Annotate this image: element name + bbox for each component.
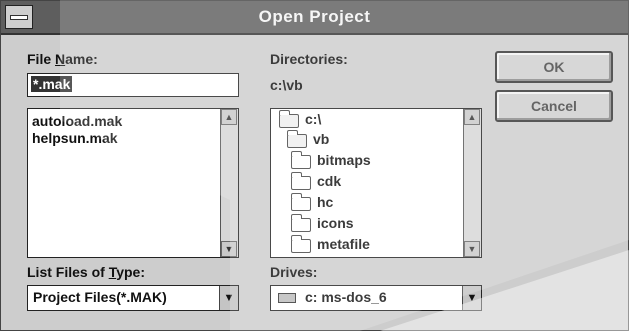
dialog-title: Open Project — [258, 7, 371, 26]
directory-name: cdk — [317, 173, 342, 189]
list-item[interactable]: bitmaps — [271, 150, 461, 170]
title-bar[interactable]: Open Project — [1, 1, 628, 35]
list-item[interactable]: vb — [271, 129, 461, 149]
scroll-down-arrow-icon[interactable]: ▼ — [221, 241, 237, 257]
chevron-down-icon[interactable]: ▼ — [462, 286, 481, 310]
list-item[interactable]: c:\ — [271, 109, 461, 129]
directory-name: metafile — [317, 236, 370, 252]
scroll-down-arrow-icon[interactable]: ▼ — [464, 241, 480, 257]
directory-name: c:\ — [305, 111, 322, 127]
directories-label: Directories: — [270, 51, 348, 67]
list-item[interactable]: icons — [271, 213, 461, 233]
list-item[interactable]: hc — [271, 192, 461, 212]
folder-icon — [291, 214, 311, 232]
file-type-dropdown[interactable]: Project Files(*.MAK) ▼ — [27, 285, 239, 311]
folder-icon — [279, 110, 299, 128]
current-directory-path: c:\vb — [270, 77, 303, 93]
directory-list[interactable]: c:\ vb bitmaps cdk hc icons metafile ▲ ▼ — [270, 108, 482, 258]
cancel-button[interactable]: Cancel — [495, 90, 613, 122]
open-project-dialog: Open Project File Name: *.mak autoload.m… — [0, 0, 629, 331]
ok-button[interactable]: OK — [495, 51, 613, 83]
drives-dropdown[interactable]: c: ms-dos_6 ▼ — [270, 285, 482, 311]
directory-name: bitmaps — [317, 152, 371, 168]
directory-name: hc — [317, 194, 334, 210]
directory-name: vb — [313, 131, 330, 147]
file-name-label: File Name: — [27, 51, 98, 67]
list-item[interactable]: helpsun.mak — [32, 130, 118, 146]
file-list[interactable]: autoload.mak helpsun.mak ▲ ▼ — [27, 108, 239, 258]
scroll-up-arrow-icon[interactable]: ▲ — [464, 109, 480, 125]
folder-icon — [291, 172, 311, 190]
drives-label: Drives: — [270, 264, 318, 280]
folder-icon — [291, 235, 311, 253]
file-type-selected: Project Files(*.MAK) — [33, 289, 167, 305]
list-item[interactable]: metafile — [271, 234, 461, 254]
folder-icon — [291, 151, 311, 169]
folder-icon — [287, 130, 307, 148]
directory-name: icons — [317, 215, 354, 231]
file-name-input[interactable]: *.mak — [27, 73, 239, 97]
scroll-up-arrow-icon[interactable]: ▲ — [221, 109, 237, 125]
hard-drive-icon — [278, 293, 296, 303]
directory-list-scrollbar[interactable]: ▲ ▼ — [463, 109, 481, 257]
list-item[interactable]: cdk — [271, 171, 461, 191]
folder-icon — [291, 193, 311, 211]
file-name-value: *.mak — [31, 76, 73, 92]
drive-selected: c: ms-dos_6 — [305, 289, 387, 305]
chevron-down-icon[interactable]: ▼ — [219, 286, 238, 310]
list-item[interactable]: autoload.mak — [32, 113, 122, 129]
file-list-scrollbar[interactable]: ▲ ▼ — [220, 109, 238, 257]
file-type-label: List Files of Type: — [27, 264, 145, 280]
